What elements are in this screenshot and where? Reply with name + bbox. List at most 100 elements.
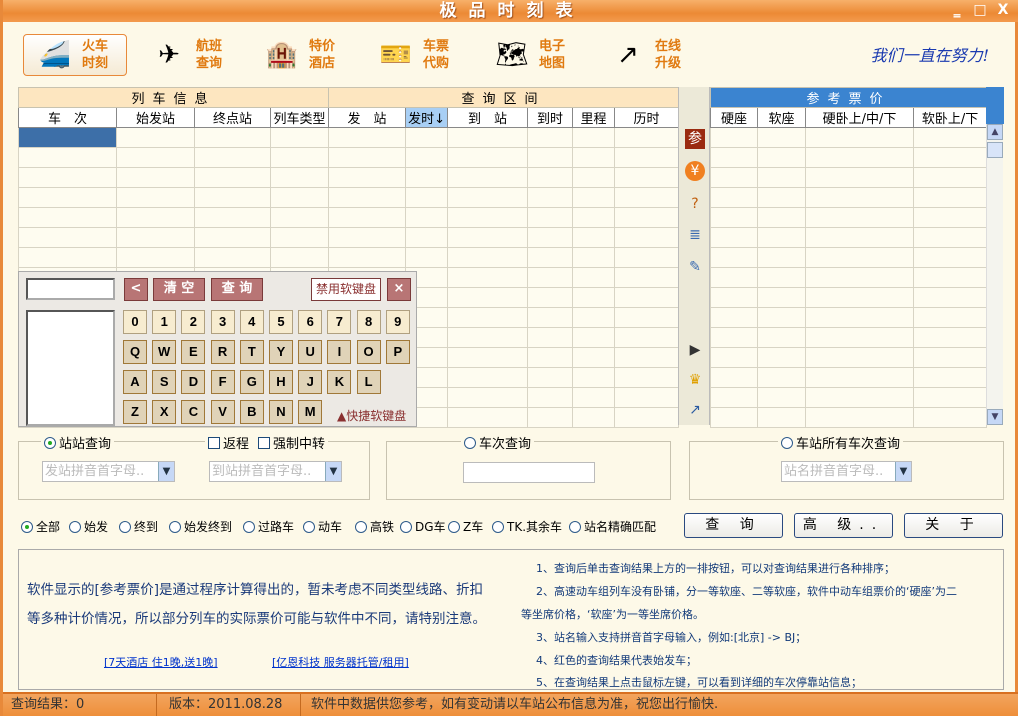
shortcut-keyboard-label[interactable]: ▲快捷软键盘 bbox=[337, 407, 406, 424]
filter-radio[interactable] bbox=[492, 520, 504, 533]
key-0[interactable]: 0 bbox=[123, 310, 147, 334]
hotel-ad-link[interactable]: [7天酒店 住1晚,送1晚] bbox=[104, 654, 218, 670]
keyboard-input[interactable] bbox=[26, 278, 115, 300]
filter-option[interactable]: 全部 bbox=[21, 518, 60, 535]
price-row[interactable] bbox=[710, 147, 988, 168]
filter-radio[interactable] bbox=[169, 520, 181, 533]
filter-option[interactable]: TK.其余车 bbox=[492, 518, 562, 535]
keyboard-close-button[interactable]: × bbox=[387, 278, 411, 301]
key-9[interactable]: 9 bbox=[385, 310, 410, 334]
advanced-button[interactable]: 高 级.. bbox=[794, 513, 893, 538]
column-header[interactable]: 历时 bbox=[614, 107, 680, 128]
price-row[interactable] bbox=[710, 307, 988, 328]
force-transfer-checkbox[interactable] bbox=[258, 436, 271, 449]
toolbar-airplane[interactable]: ✈ 航班 查询 bbox=[138, 34, 246, 76]
reference-price-icon[interactable]: 参 bbox=[685, 129, 705, 149]
toolbar-hotel[interactable]: 🏨 特价 酒店 bbox=[251, 34, 359, 76]
key-y[interactable]: Y bbox=[269, 340, 293, 364]
filter-option[interactable]: 过路车 bbox=[243, 518, 294, 535]
price-row[interactable] bbox=[710, 367, 988, 388]
question-box-icon[interactable]: ? bbox=[685, 194, 705, 214]
table-row[interactable] bbox=[18, 127, 680, 148]
key-q[interactable]: Q bbox=[123, 340, 147, 364]
price-row[interactable] bbox=[710, 267, 988, 288]
filter-option[interactable]: Z车 bbox=[448, 518, 483, 535]
key-x[interactable]: X bbox=[152, 400, 177, 424]
key-z[interactable]: Z bbox=[123, 400, 147, 424]
price-row[interactable] bbox=[710, 347, 988, 368]
from-station-combo[interactable]: 发站拼音首字母.. ▼ bbox=[42, 461, 175, 482]
scroll-down-button[interactable]: ▼ bbox=[987, 409, 1003, 425]
filter-option[interactable]: 始发 bbox=[69, 518, 108, 535]
toolbar-china-map[interactable]: 🗺 电子 地图 bbox=[481, 34, 589, 76]
shortcut-arrow-icon[interactable]: ↗ bbox=[685, 400, 705, 420]
key-8[interactable]: 8 bbox=[356, 310, 381, 334]
train-number-input[interactable] bbox=[463, 462, 595, 483]
column-header[interactable]: 到 站 bbox=[447, 107, 529, 128]
key-l[interactable]: L bbox=[356, 370, 381, 394]
disable-keyboard-button[interactable]: 禁用软键盘 bbox=[311, 278, 381, 301]
column-header[interactable]: 始发站 bbox=[116, 107, 195, 128]
filter-radio[interactable] bbox=[355, 520, 367, 533]
train-query-radio[interactable] bbox=[464, 436, 476, 449]
hosting-ad-link[interactable]: [亿恩科技 服务器托管/租用] bbox=[272, 654, 409, 670]
column-header[interactable]: 里程 bbox=[572, 107, 616, 128]
column-header[interactable]: 到时 bbox=[527, 107, 574, 128]
column-header[interactable]: 发 站 bbox=[328, 107, 407, 128]
filter-option[interactable]: 终到 bbox=[119, 518, 158, 535]
key-d[interactable]: D bbox=[181, 370, 206, 394]
document-icon[interactable]: ≣ bbox=[685, 225, 705, 245]
key-g[interactable]: G bbox=[239, 370, 264, 394]
price-row[interactable] bbox=[710, 387, 988, 408]
filter-radio[interactable] bbox=[400, 520, 412, 533]
price-row[interactable] bbox=[710, 167, 988, 188]
price-column-header[interactable]: 软座 bbox=[757, 107, 806, 128]
key-a[interactable]: A bbox=[123, 370, 147, 394]
filter-radio[interactable] bbox=[448, 520, 460, 533]
key-f[interactable]: F bbox=[210, 370, 235, 394]
minimize-button[interactable]: ‗ bbox=[948, 2, 966, 18]
table-row[interactable] bbox=[18, 167, 680, 188]
station-combo[interactable]: 站名拼音首字母.. ▼ bbox=[781, 461, 912, 482]
table-row[interactable] bbox=[18, 147, 680, 168]
key-p[interactable]: P bbox=[385, 340, 410, 364]
key-k[interactable]: K bbox=[327, 370, 352, 394]
key-6[interactable]: 6 bbox=[298, 310, 323, 334]
filter-option[interactable]: 始发终到 bbox=[169, 518, 232, 535]
to-station-combo[interactable]: 到站拼音首字母.. ▼ bbox=[209, 461, 342, 482]
price-row[interactable] bbox=[710, 407, 988, 428]
key-7[interactable]: 7 bbox=[327, 310, 352, 334]
filter-radio[interactable] bbox=[119, 520, 131, 533]
price-row[interactable] bbox=[710, 327, 988, 348]
key-s[interactable]: S bbox=[152, 370, 177, 394]
filter-radio[interactable] bbox=[569, 520, 581, 533]
column-header[interactable]: 终点站 bbox=[194, 107, 271, 128]
key-1[interactable]: 1 bbox=[152, 310, 177, 334]
price-row[interactable] bbox=[710, 287, 988, 308]
price-column-header[interactable]: 硬卧上/中/下 bbox=[805, 107, 914, 128]
key-h[interactable]: H bbox=[269, 370, 293, 394]
scroll-up-button[interactable]: ▲ bbox=[987, 124, 1003, 140]
filter-option[interactable]: DG车 bbox=[400, 518, 446, 535]
vertical-scrollbar[interactable]: ▲ ▼ bbox=[986, 124, 1003, 425]
key-4[interactable]: 4 bbox=[239, 310, 264, 334]
filter-radio[interactable] bbox=[21, 520, 33, 533]
key-e[interactable]: E bbox=[181, 340, 206, 364]
scroll-thumb[interactable] bbox=[987, 142, 1003, 158]
about-button[interactable]: 关 于 bbox=[904, 513, 1003, 538]
keyboard-candidate-list[interactable] bbox=[26, 310, 115, 426]
key-t[interactable]: T bbox=[239, 340, 264, 364]
column-header[interactable]: 车 次 bbox=[18, 107, 117, 128]
toolbar-upgrade-arrow[interactable]: ↗ 在线 升级 bbox=[597, 34, 705, 76]
key-i[interactable]: I bbox=[327, 340, 352, 364]
table-row[interactable] bbox=[18, 207, 680, 228]
column-header[interactable]: 发时↓ bbox=[405, 107, 449, 128]
price-column-header[interactable]: 软卧上/下 bbox=[912, 107, 988, 128]
price-column-header[interactable]: 硬座 bbox=[710, 107, 758, 128]
backspace-button[interactable]: < bbox=[124, 278, 148, 301]
keyboard-query-button[interactable]: 查 询 bbox=[211, 278, 263, 301]
station-query-radio[interactable] bbox=[44, 436, 56, 449]
key-o[interactable]: O bbox=[356, 340, 381, 364]
filter-radio[interactable] bbox=[243, 520, 255, 533]
query-button[interactable]: 查 询 bbox=[684, 513, 783, 538]
